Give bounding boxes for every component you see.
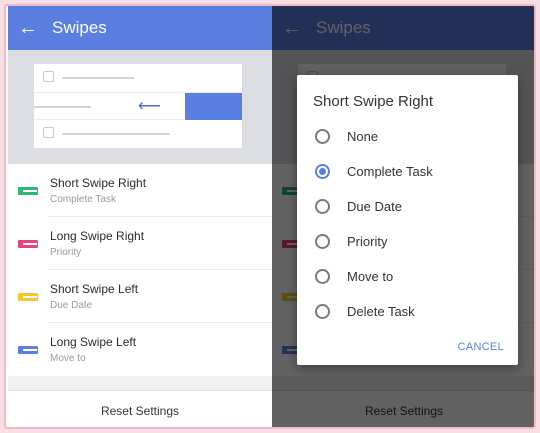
swipe-color-icon <box>18 345 38 354</box>
radio-selected-icon <box>315 164 330 179</box>
setting-label: Long Swipe Right <box>50 229 145 243</box>
radio-icon <box>315 304 330 319</box>
preview-card: ⟵ <box>34 64 242 148</box>
option-priority[interactable]: Priority <box>297 224 518 259</box>
option-delete-task[interactable]: Delete Task <box>297 294 518 329</box>
option-label: Complete Task <box>347 164 433 179</box>
setting-label: Long Swipe Left <box>50 335 137 349</box>
swipe-color-icon <box>18 292 38 301</box>
radio-icon <box>315 199 330 214</box>
setting-short-swipe-right[interactable]: Short Swipe Right Complete Task <box>8 164 272 217</box>
dialog-title: Short Swipe Right <box>313 93 434 110</box>
radio-icon <box>315 129 330 144</box>
option-move-to[interactable]: Move to <box>297 259 518 294</box>
radio-icon <box>315 234 330 249</box>
swipe-arrow-icon: ⟵ <box>138 98 161 115</box>
checkbox-icon <box>43 127 54 138</box>
swipes-settings-screen: ← Swipes ⟵ Short Swipe Right Complete Ta… <box>8 6 272 427</box>
radio-icon <box>315 269 330 284</box>
page-title: Swipes <box>52 18 107 37</box>
swipe-color-icon <box>18 186 38 195</box>
option-label: Move to <box>347 269 394 284</box>
placeholder-line <box>62 77 134 79</box>
swipe-action-block <box>185 93 242 120</box>
preview-row <box>34 120 242 148</box>
setting-short-swipe-left[interactable]: Short Swipe Left Due Date <box>8 270 272 323</box>
reset-settings-button[interactable]: Reset Settings <box>8 390 272 427</box>
option-label: Priority <box>347 234 388 249</box>
preview-row-swiping: ⟵ <box>34 92 242 120</box>
option-none[interactable]: None <box>297 119 518 154</box>
setting-long-swipe-right[interactable]: Long Swipe Right Priority <box>8 217 272 270</box>
swipes-settings-screen-dialog: ← Swipes ⟵ <box>272 6 534 427</box>
checkbox-icon <box>43 71 54 82</box>
option-due-date[interactable]: Due Date <box>297 189 518 224</box>
setting-value: Due Date <box>50 300 93 311</box>
preview-row <box>34 64 242 92</box>
app-bar: ← Swipes <box>8 6 272 50</box>
swipe-settings-list: Short Swipe Right Complete Task Long Swi… <box>8 164 272 376</box>
setting-value: Complete Task <box>50 194 116 205</box>
swipe-action-dialog: Short Swipe Right None Complete Task Due… <box>297 75 518 365</box>
setting-value: Priority <box>50 247 82 258</box>
swipe-preview: ⟵ <box>8 50 272 164</box>
placeholder-line <box>62 133 170 135</box>
option-label: Delete Task <box>347 304 415 319</box>
placeholder-line <box>34 106 91 108</box>
option-label: None <box>347 129 379 144</box>
option-label: Due Date <box>347 199 402 214</box>
cancel-button[interactable]: CANCEL <box>458 341 504 353</box>
setting-long-swipe-left[interactable]: Long Swipe Left Move to <box>8 323 272 376</box>
setting-label: Short Swipe Right <box>50 176 147 190</box>
swipe-color-icon <box>18 239 38 248</box>
arrow-left-icon[interactable]: ← <box>8 6 48 50</box>
comparison-frame: ← Swipes ⟵ Short Swipe Right Complete Ta… <box>4 4 536 429</box>
option-complete-task[interactable]: Complete Task <box>297 154 518 189</box>
setting-label: Short Swipe Left <box>50 282 139 296</box>
setting-value: Move to <box>50 353 86 364</box>
